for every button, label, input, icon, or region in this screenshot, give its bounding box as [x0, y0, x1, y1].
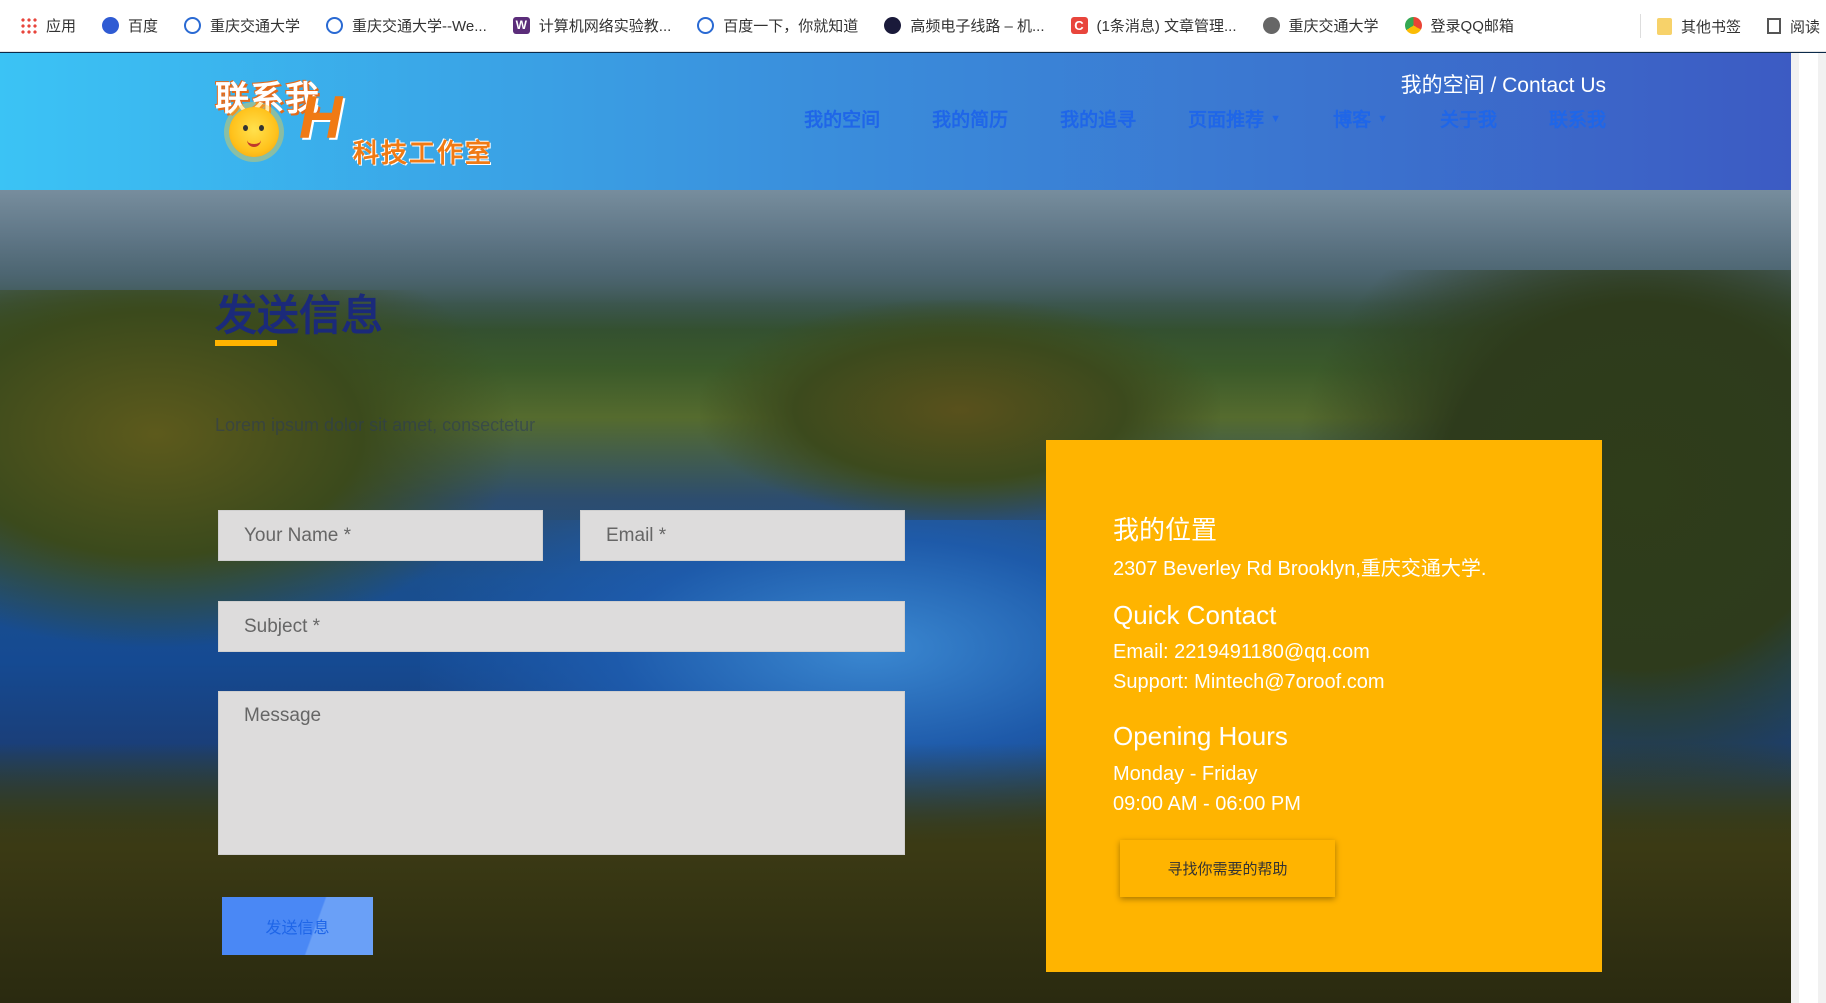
baidu-paw-icon [102, 17, 120, 34]
bookmark-label: 计算机网络实验教... [538, 18, 672, 35]
logo-letter: H [299, 84, 343, 151]
site-header: 联系我 H 科技工作室 我的空间 / Contact Us 我的空间 我的简历 … [0, 53, 1791, 190]
main-nav: 我的空间 我的简历 我的追寻 页面推荐 ▼ 博客 ▼ 关于我 联系我 [752, 105, 1606, 132]
bookmark-csdn[interactable]: C (1条消息) 文章管理... [1070, 15, 1237, 36]
logo-subtext: 科技工作室 [353, 138, 494, 168]
bookmark-label: (1条消息) 文章管理... [1096, 18, 1237, 35]
dark-circle-icon [884, 17, 902, 34]
subject-input[interactable]: Subject * [218, 601, 905, 652]
nav-item-pursuit[interactable]: 我的追寻 [1060, 105, 1136, 132]
nav-item-about[interactable]: 关于我 [1440, 105, 1497, 132]
bookmark-label: 百度一下，你就知道 [723, 18, 859, 35]
nav-label: 页面推荐 [1188, 110, 1265, 131]
site-logo[interactable]: 联系我 H 科技工作室 [215, 71, 505, 181]
nav-item-recommend[interactable]: 页面推荐 ▼ [1188, 105, 1281, 132]
bookmark-apps[interactable]: 应用 [20, 15, 76, 36]
bookmark-label: 高频电子线路 – 机... [910, 18, 1045, 35]
bookmark-qq-mail[interactable]: 登录QQ邮箱 [1404, 15, 1514, 36]
bookmarks-right: 其他书签 阅读 [1629, 0, 1826, 51]
scrollbar-thumb[interactable] [1799, 53, 1818, 1003]
apps-grid-icon [20, 17, 37, 34]
support-text: Support: Mintech@7oroof.com [1113, 671, 1385, 693]
university-icon [697, 17, 715, 34]
bookmark-label: 登录QQ邮箱 [1430, 18, 1514, 35]
nav-label: 我的空间 [804, 110, 881, 131]
email-text: Email: 2219491180@qq.com [1113, 641, 1370, 663]
bookmark-network-lab[interactable]: W 计算机网络实验教... [512, 15, 672, 36]
title-underline [215, 340, 277, 346]
university-icon [326, 17, 344, 34]
bookmark-label: 重庆交通大学 [1288, 18, 1379, 35]
opening-hours-heading: Opening Hours [1113, 721, 1288, 751]
name-input[interactable]: Your Name * [218, 510, 543, 561]
sun-icon [229, 107, 279, 157]
reading-list[interactable]: 阅读 [1766, 16, 1820, 37]
bookmark-label: 重庆交通大学 [210, 18, 301, 35]
send-message-button[interactable]: 发送信息 [222, 897, 373, 955]
section-subtitle: Lorem ipsum dolor sit amet, consectetur [215, 415, 536, 435]
location-heading: 我的位置 [1113, 515, 1218, 545]
message-textarea[interactable]: Message [218, 691, 905, 855]
nav-label: 联系我 [1548, 110, 1606, 131]
reading-list-label: 阅读 [1789, 18, 1820, 36]
csdn-icon: C [1070, 17, 1088, 34]
qq-mail-icon [1404, 17, 1422, 34]
chevron-down-icon: ▼ [1377, 112, 1388, 125]
reading-list-icon [1766, 18, 1781, 34]
divider [1639, 14, 1641, 38]
bookmark-label: 重庆交通大学--We... [352, 18, 487, 35]
time-text: 09:00 AM - 06:00 PM [1113, 793, 1301, 815]
nav-label: 我的追寻 [1060, 110, 1137, 131]
email-input[interactable]: Email * [580, 510, 905, 561]
chevron-down-icon: ▼ [1270, 112, 1282, 125]
nav-label: 博客 [1333, 110, 1372, 131]
quick-contact-heading: Quick Contact [1113, 600, 1277, 630]
find-help-button[interactable]: 寻找你需要的帮助 [1120, 840, 1335, 897]
bookmark-cqjtu-2[interactable]: 重庆交通大学 [1262, 15, 1379, 36]
address-text: 2307 Beverley Rd Brooklyn,重庆交通大学. [1113, 558, 1487, 580]
nav-item-blog[interactable]: 博客 ▼ [1333, 105, 1388, 132]
bookmark-baidu-search[interactable]: 百度一下，你就知道 [697, 15, 858, 36]
bookmark-other[interactable]: 其他书签 [1656, 16, 1741, 37]
bookmark-label: 应用 [46, 18, 77, 35]
bookmark-label: 百度 [128, 18, 159, 35]
bookmark-cqjtu-web[interactable]: 重庆交通大学--We... [326, 15, 487, 36]
nav-label: 关于我 [1439, 110, 1497, 131]
bookmark-label: 其他书签 [1680, 18, 1741, 36]
contact-info-card: 我的位置 2307 Beverley Rd Brooklyn,重庆交通大学. Q… [1046, 440, 1602, 972]
folder-icon [1656, 17, 1672, 35]
bookmark-baidu[interactable]: 百度 [102, 15, 158, 36]
nav-label: 我的简历 [932, 110, 1009, 131]
bookmark-cqjtu[interactable]: 重庆交通大学 [184, 15, 300, 36]
nav-item-my-space[interactable]: 我的空间 [804, 105, 880, 132]
university-icon [184, 17, 202, 34]
nav-item-resume[interactable]: 我的简历 [932, 105, 1008, 132]
w-icon: W [512, 17, 530, 34]
breadcrumb: 我的空间 / Contact Us [1400, 74, 1606, 97]
days-text: Monday - Friday [1113, 763, 1258, 785]
contact-section: 发送信息 Lorem ipsum dolor sit amet, consect… [0, 190, 1791, 1003]
bookmarks-bar: 应用 百度 重庆交通大学 重庆交通大学--We... W 计算机网络实验教... … [0, 0, 1826, 52]
scrollbar[interactable] [1791, 53, 1826, 1003]
nav-item-contact[interactable]: 联系我 [1549, 105, 1606, 132]
section-title: 发送信息 [215, 292, 384, 339]
bookmark-hf-circuits[interactable]: 高频电子线路 – 机... [884, 15, 1045, 36]
globe-icon [1262, 17, 1280, 34]
